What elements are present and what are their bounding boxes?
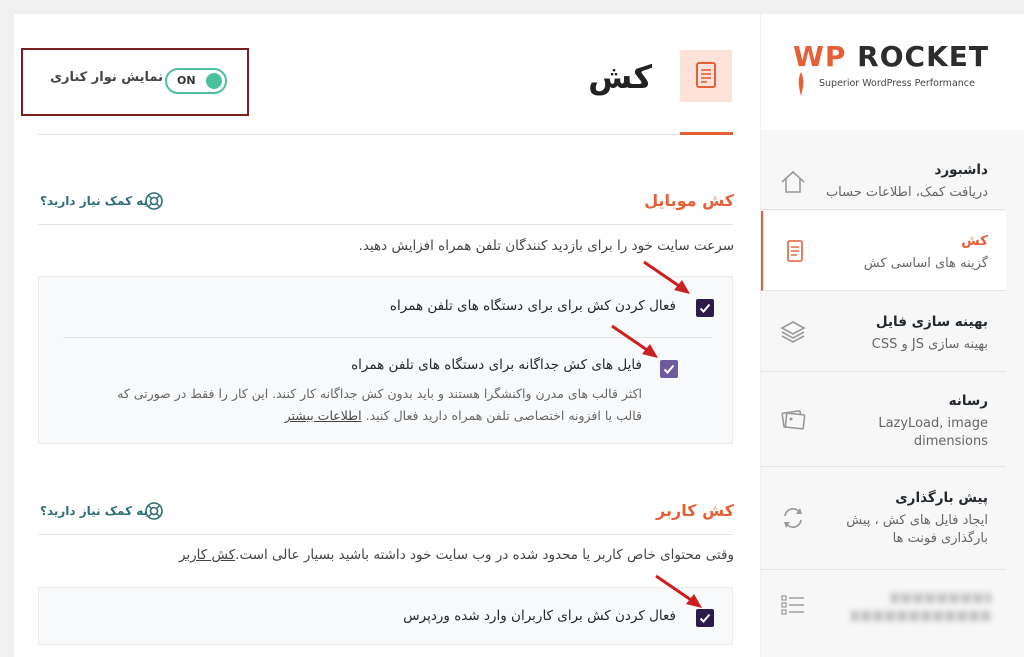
sidebar-item-title: داشبورد: [934, 162, 988, 178]
house-icon: [781, 170, 805, 193]
sidebar-item-preload[interactable]: پیش بارگذاری ایجاد فایل های کش ، پیش بار…: [761, 468, 1006, 570]
mobile-cache-description: سرعت سایت خود را برای بازدید کنندگان تلف…: [358, 238, 734, 254]
title-accent-bar: [680, 132, 733, 135]
more-info-link[interactable]: اطلاعات بیشتر: [285, 408, 362, 423]
sidebar-item-media[interactable]: رسانه LazyLoad, image dimensions: [761, 373, 1006, 467]
sidebar-item-subtitle-1: LazyLoad, image: [878, 416, 988, 431]
layers-icon: [780, 321, 806, 343]
sidebar-nav: داشبورد دریافت کمک، اطلاعات حساب کش گزین…: [761, 130, 1024, 657]
sidebar-item-subtitle-1: ایجاد فایل های کش ، پیش: [846, 513, 988, 528]
logo-rocket: ROCKET: [857, 40, 989, 73]
document-icon: [680, 50, 732, 102]
lifebuoy-icon[interactable]: [144, 501, 164, 521]
user-cache-option-label: فعال کردن کش برای کاربران وارد شده وردپر…: [403, 608, 676, 624]
annotation-arrow-icon: [655, 574, 702, 608]
logo-tagline: Superior WordPress Performance: [819, 78, 975, 89]
mobile-cache-checkbox[interactable]: [696, 299, 714, 317]
sidebar-item-title: بهینه سازی فایل: [875, 314, 988, 330]
user-cache-link[interactable]: کش کاربر: [179, 547, 235, 563]
sidebar-item-cache[interactable]: کش گزینه های اساسی کش: [761, 211, 1006, 291]
section-divider: [38, 534, 733, 535]
toggle-knob: [206, 73, 222, 89]
user-help-link[interactable]: به کمک نیاز دارید؟: [40, 504, 148, 518]
images-icon: [781, 410, 806, 430]
mobile-cache-title: کش موبایل: [644, 191, 734, 210]
sidebar-item-dashboard[interactable]: داشبورد دریافت کمک، اطلاعات حساب: [761, 142, 1006, 210]
sidebar-item-file-optimization[interactable]: بهینه سازی فایل بهینه سازی JS و CSS: [761, 292, 1006, 372]
section-divider: [38, 224, 733, 225]
sidebar-item-subtitle-2: بارگذاری فونت ها: [892, 531, 988, 546]
user-cache-description-text: وقتی محتوای خاص کاربر یا محدود شده در وب…: [235, 547, 734, 563]
blurred-title: [891, 593, 991, 603]
description-line-1: اکثر قالب های مدرن واکنشگرا هستند و باید…: [117, 386, 642, 401]
blurred-subtitle: [851, 611, 991, 621]
mobile-help-link[interactable]: به کمک نیاز دارید؟: [40, 194, 148, 208]
sidebar-item-subtitle-2: dimensions: [913, 434, 988, 449]
wp-rocket-logo[interactable]: WP ROCKET Superior WordPress Performance: [761, 14, 1024, 130]
sidebar-item-subtitle: دریافت کمک، اطلاعات حساب: [825, 185, 988, 200]
description-line-2: قالب یا افزونه اختصاصی تلفن همراه دارید …: [52, 405, 642, 427]
sidebar-item-subtitle: گزینه های اساسی کش: [863, 256, 988, 271]
user-options-box: فعال کردن کش برای کاربران وارد شده وردپر…: [38, 587, 733, 645]
refresh-icon: [784, 508, 802, 528]
document-icon: [787, 240, 803, 262]
user-cache-description: وقتی محتوای خاص کاربر یا محدود شده در وب…: [179, 547, 734, 563]
sidebar-item-title: کش: [961, 233, 988, 249]
lifebuoy-icon[interactable]: [144, 191, 164, 211]
checklist-icon: [781, 595, 804, 615]
sidebar-item-subtitle: بهینه سازی JS و CSS: [871, 337, 988, 352]
logo-wp: WP: [793, 40, 847, 73]
sidebar-item-title: رسانه: [948, 393, 988, 409]
mobile-cache-option-label: فعال کردن کش برای برای دستگاه های تلفن ه…: [389, 298, 676, 314]
title-divider: [38, 134, 733, 135]
annotation-arrow-icon: [611, 324, 658, 358]
separate-mobile-cache-label: فایل های کش جداگانه برای دستگاه های تلفن…: [351, 357, 642, 373]
flame-icon: [798, 72, 804, 96]
sidebar-toggle-label: نمایش نوار کناری: [50, 70, 163, 85]
separate-mobile-cache-description: اکثر قالب های مدرن واکنشگرا هستند و باید…: [52, 383, 642, 427]
logo-title: WP ROCKET: [793, 40, 989, 73]
description-line-2-text: قالب یا افزونه اختصاصی تلفن همراه دارید …: [365, 408, 642, 423]
sidebar-toggle-switch[interactable]: ON: [165, 68, 227, 94]
sidebar-item-title: پیش بارگذاری: [895, 490, 988, 506]
page-title: کش: [588, 58, 652, 96]
annotation-arrow-icon: [643, 260, 690, 294]
sidebar-item-blurred[interactable]: [761, 571, 1006, 657]
user-cache-title: کش کاربر: [656, 501, 734, 520]
sidebar: WP ROCKET Superior WordPress Performance…: [761, 14, 1024, 657]
main-panel: نمایش نوار کناری ON کش کش موبایل به کمک …: [14, 14, 760, 657]
toggle-state-text: ON: [177, 74, 196, 87]
sidebar-toggle-highlight: نمایش نوار کناری ON: [21, 48, 249, 116]
